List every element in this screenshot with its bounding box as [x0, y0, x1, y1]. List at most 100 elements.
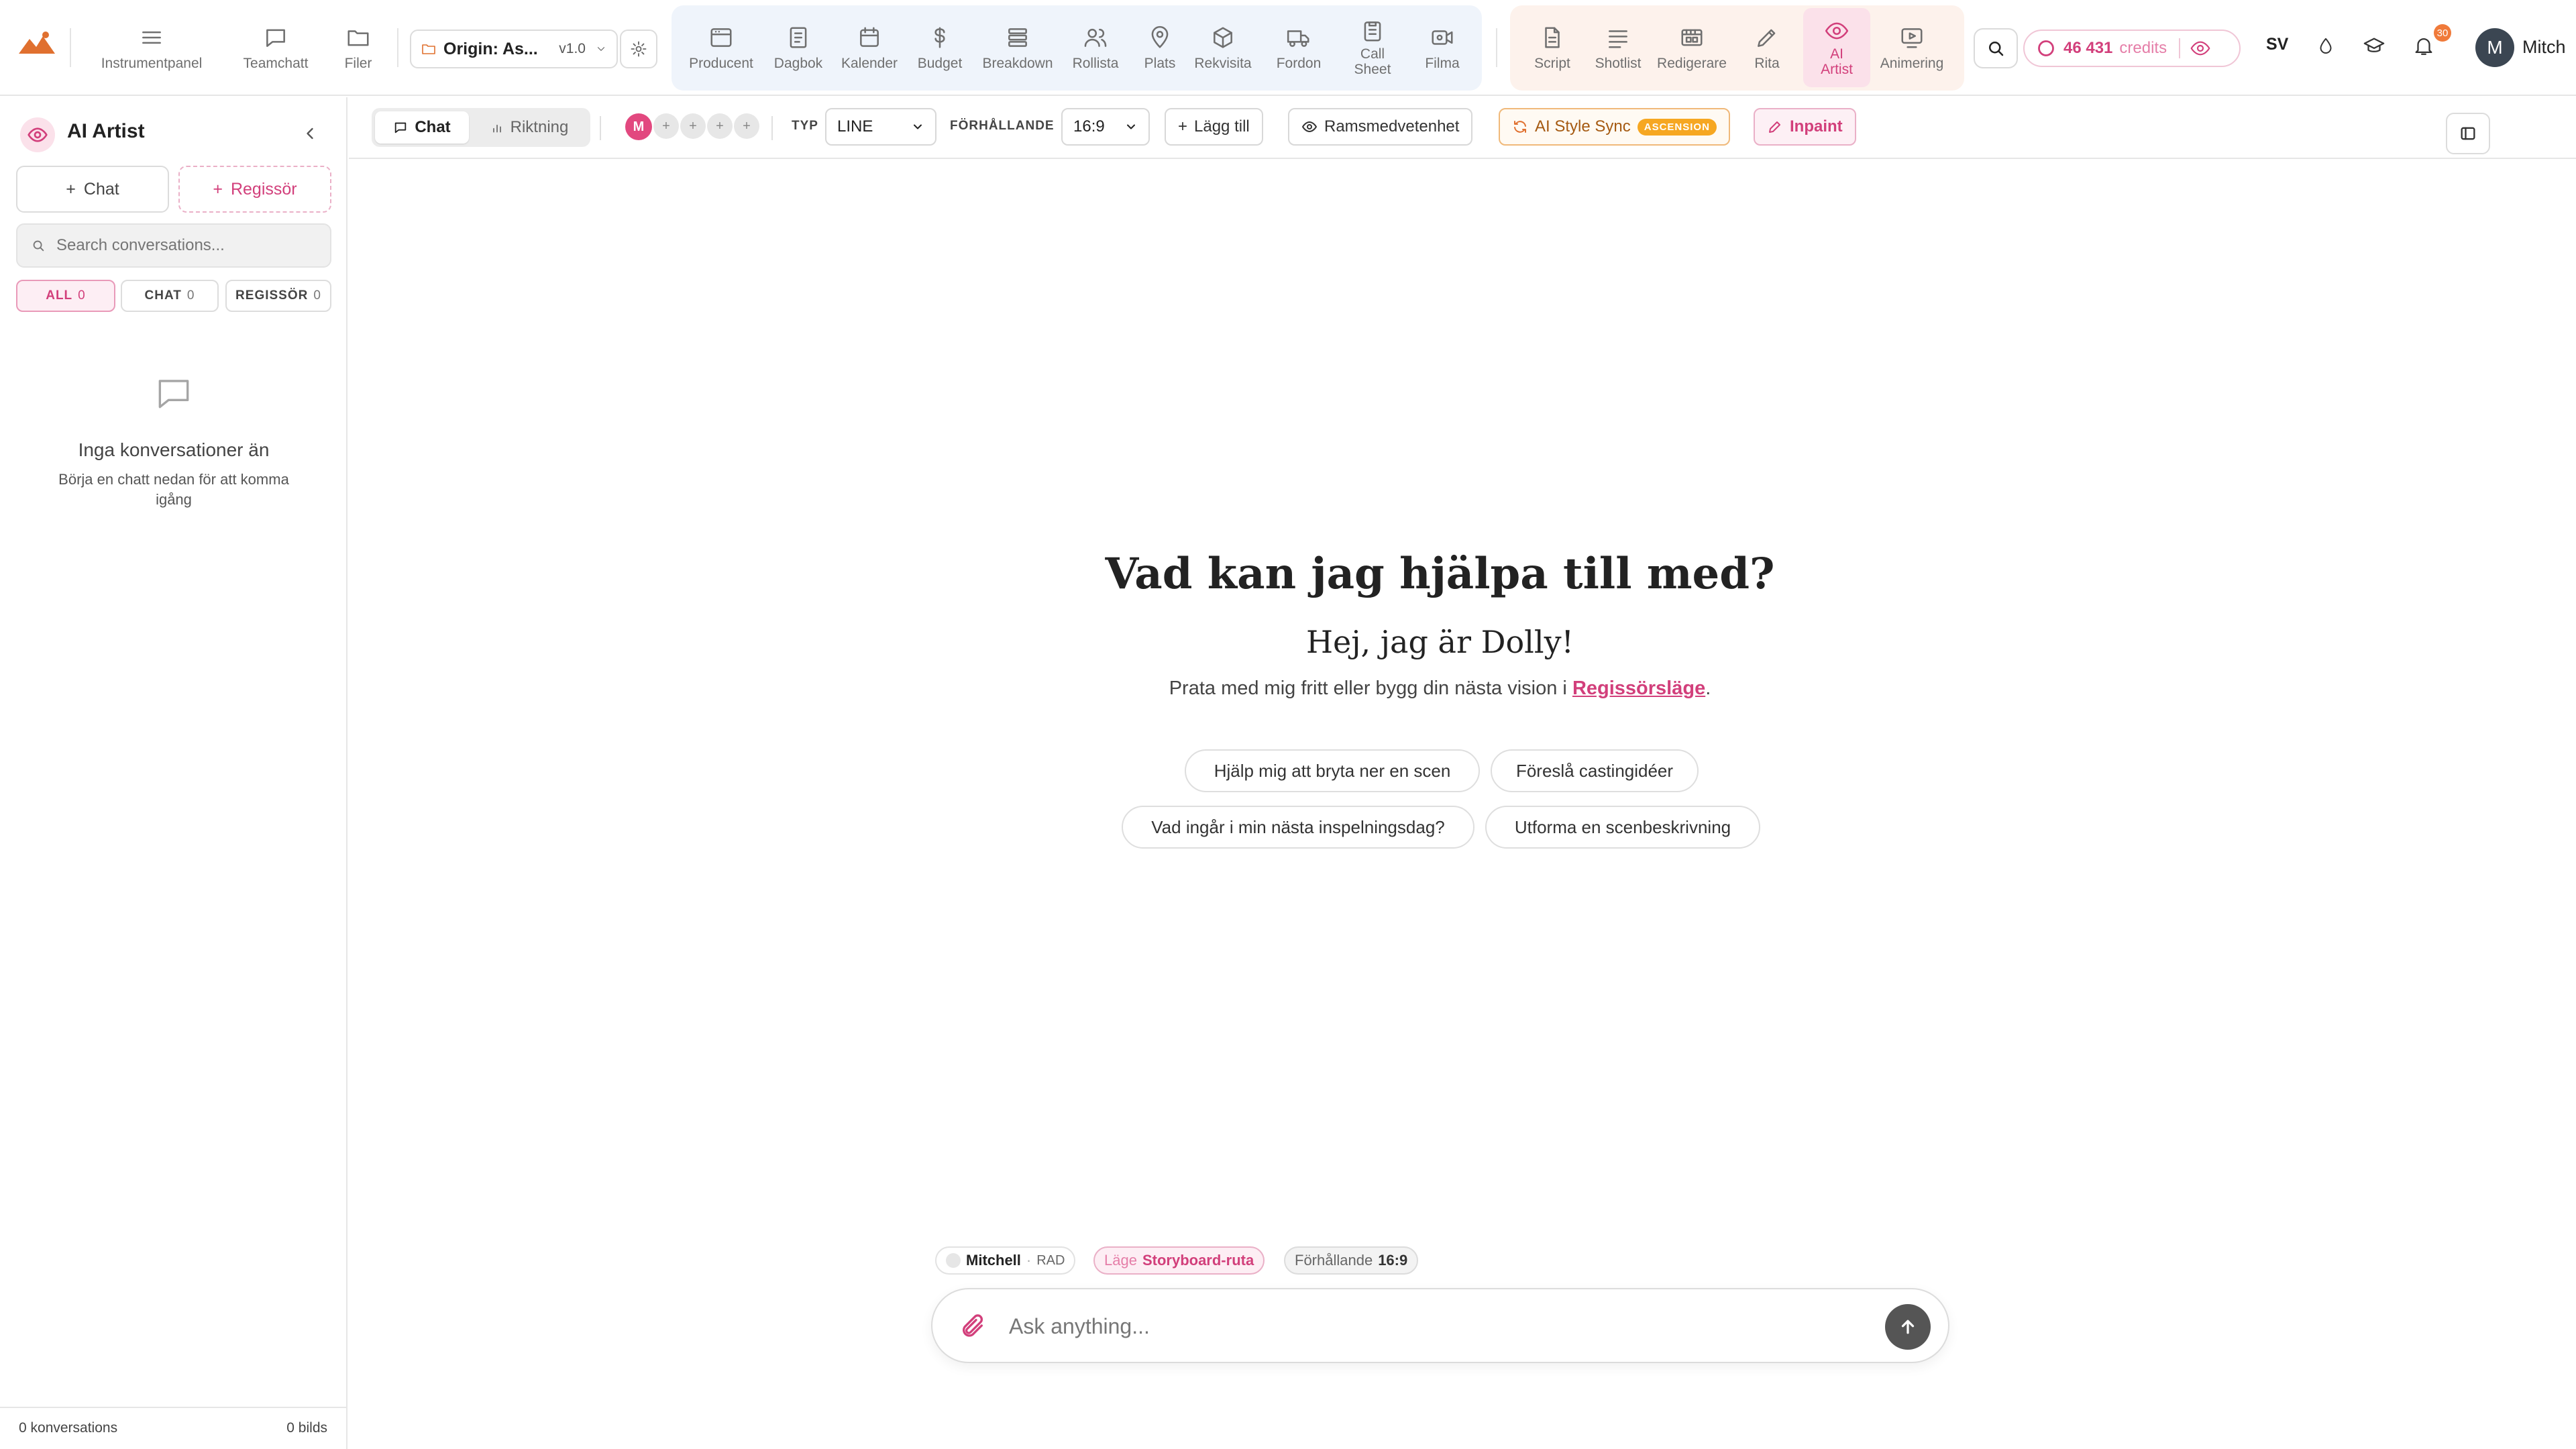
sidebar-footer: 0 konversations 0 bilds [0, 1407, 346, 1449]
suggestion-chip[interactable]: Föreslå castingidéer [1491, 749, 1699, 792]
user-name[interactable]: Mitch [2522, 37, 2566, 58]
director-mode-link[interactable]: Regissörsläge [1572, 678, 1705, 699]
nav-kalender[interactable]: Kalender [832, 8, 907, 87]
ratio-label: FÖRHÅLLANDE [950, 119, 1055, 133]
context-user-name: Mitchell [966, 1252, 1021, 1269]
nav-breakdown[interactable]: Breakdown [974, 8, 1061, 87]
project-selector[interactable]: Origin: As... v1.0 [410, 30, 618, 68]
add-member-slot[interactable]: + [734, 113, 759, 139]
project-settings-button[interactable] [620, 30, 657, 68]
suggestion-chip[interactable]: Hjälp mig att bryta ner en scen [1185, 749, 1480, 792]
filter-all[interactable]: ALL 0 [16, 280, 115, 312]
document-icon [1540, 25, 1565, 50]
nav-rita[interactable]: Rita [1733, 8, 1801, 87]
style-sync-label: AI Style Sync [1535, 117, 1631, 136]
notification-bell-icon[interactable] [2412, 34, 2435, 58]
nav-teamchatt[interactable]: Teamchatt [232, 8, 319, 87]
nav-dagbok[interactable]: Dagbok [765, 8, 832, 87]
new-chat-button[interactable]: + Chat [16, 166, 169, 213]
clipboard-icon [1360, 18, 1385, 44]
nav-label: Rekvisita [1194, 55, 1252, 71]
welcome-subtitle: Hej, jag är Dolly! [1305, 624, 1574, 660]
nav-label: Plats [1144, 55, 1176, 71]
nav-producent[interactable]: Producent [682, 8, 761, 87]
inpaint-label: Inpaint [1790, 117, 1843, 136]
mode-direction-tab[interactable]: Riktning [472, 111, 586, 144]
type-select[interactable]: LINE [825, 108, 936, 146]
nav-rollista[interactable]: Rollista [1061, 8, 1130, 87]
send-button[interactable] [1885, 1304, 1931, 1350]
nav-label: AI Artist [1821, 46, 1853, 77]
graduation-cap-icon[interactable] [2363, 35, 2385, 58]
toggle-panel-button[interactable] [2446, 113, 2490, 154]
nav-label: Animering [1880, 55, 1944, 71]
nav-shotlist[interactable]: Shotlist [1586, 8, 1650, 87]
message-input[interactable] [1008, 1309, 1846, 1343]
eye-icon [1301, 119, 1318, 135]
empty-state-title: Inga konversationer än [78, 439, 270, 460]
conversation-search[interactable] [16, 223, 331, 268]
nav-filma[interactable]: Filma [1410, 8, 1474, 87]
frame-awareness-button[interactable]: Ramsmedvetenhet [1288, 108, 1473, 146]
add-member-slot[interactable]: + [680, 113, 706, 139]
nav-filer[interactable]: Filer [331, 8, 385, 87]
aspect-ratio-select[interactable]: 16:9 [1061, 108, 1150, 146]
nav-budget[interactable]: Budget [906, 8, 974, 87]
nav-animering[interactable]: Animering [1869, 8, 1955, 87]
context-user-chip[interactable]: Mitchell · RAD [935, 1246, 1076, 1275]
mountain-logo-icon[interactable] [17, 30, 56, 56]
description-end: . [1705, 678, 1711, 699]
gear-icon [629, 40, 648, 58]
add-member-slot[interactable]: + [653, 113, 679, 139]
global-search-button[interactable] [1974, 28, 2018, 68]
suggestion-chip[interactable]: Vad ingår i min nästa inspelningsdag? [1122, 806, 1474, 849]
chat-icon [393, 120, 408, 135]
nav-redigerare[interactable]: Redigerare [1652, 8, 1732, 87]
collapse-sidebar-button[interactable] [301, 124, 319, 143]
filter-regissor[interactable]: REGISSÖR 0 [225, 280, 331, 312]
project-version: v1.0 [559, 41, 586, 56]
filter-count: 0 [78, 288, 86, 303]
mode-chat-tab[interactable]: Chat [375, 111, 469, 144]
theme-drop-icon[interactable] [2316, 35, 2336, 58]
nav-call-sheet[interactable]: Call Sheet [1340, 8, 1405, 87]
inpaint-button[interactable]: Inpaint [1754, 108, 1856, 146]
add-member-slot[interactable]: + [707, 113, 733, 139]
user-dot [946, 1253, 961, 1268]
nav-script[interactable]: Script [1520, 8, 1585, 87]
description-text: Prata med mig fritt eller bygg din nästa… [1169, 678, 1572, 699]
context-mode-chip[interactable]: Läge Storyboard-ruta [1093, 1246, 1265, 1275]
film-editor-icon [1679, 25, 1705, 50]
sidebar-panel-icon [2459, 124, 2477, 143]
suggestion-chip[interactable]: Utforma en scenbeskrivning [1485, 806, 1760, 849]
language-switcher[interactable]: SV [2266, 35, 2288, 54]
filter-chat[interactable]: CHAT 0 [121, 280, 219, 312]
nav-fordon[interactable]: Fordon [1263, 8, 1335, 87]
add-button[interactable]: + Lägg till [1165, 108, 1263, 146]
new-director-button[interactable]: + Regissör [178, 166, 331, 213]
nav-label: Teamchatt [243, 55, 309, 71]
team-member-avatar[interactable]: M [625, 113, 652, 140]
filter-label: ALL [46, 288, 73, 303]
search-input[interactable] [55, 235, 317, 256]
mode-chat-label: Chat [415, 118, 451, 136]
nav-instrumentpanel[interactable]: Instrumentpanel [85, 8, 219, 87]
browser-window-icon [708, 25, 734, 50]
nav-plats[interactable]: Plats [1130, 8, 1190, 87]
nav-label: Redigerare [1657, 55, 1727, 71]
box-icon [1210, 25, 1236, 50]
add-label: Lägg till [1194, 117, 1250, 136]
filter-count: 0 [313, 288, 321, 303]
nav-rekvisita[interactable]: Rekvisita [1183, 8, 1263, 87]
sidebar-title: AI Artist [67, 120, 145, 142]
nav-label: Dagbok [773, 55, 823, 71]
credits-indicator[interactable]: 46 431 credits [2023, 30, 2241, 67]
list-icon [1605, 25, 1631, 50]
paperclip-icon[interactable] [959, 1312, 986, 1339]
video-camera-icon [1430, 25, 1455, 50]
nav-ai-artist[interactable]: AI Artist [1803, 8, 1870, 87]
ai-style-sync-button[interactable]: AI Style Sync ASCENSION [1499, 108, 1730, 146]
context-ratio-label: Förhållande [1295, 1252, 1373, 1269]
user-avatar[interactable]: M [2475, 28, 2514, 67]
context-ratio-chip[interactable]: Förhållande 16:9 [1284, 1246, 1419, 1275]
